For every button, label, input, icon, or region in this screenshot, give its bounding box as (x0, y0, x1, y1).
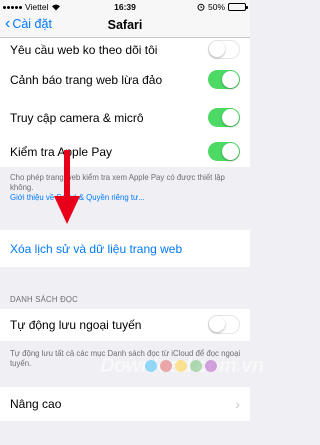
clear-history-button[interactable]: Xóa lịch sử và dữ liệu trang web (0, 230, 250, 267)
red-arrow-annotation (54, 150, 80, 224)
row-camera-mic: Truy cập camera & micrô (0, 99, 250, 137)
status-right: 50% (197, 2, 248, 12)
page-title: Safari (107, 18, 143, 32)
apple-pay-toggle[interactable] (208, 142, 240, 161)
row-label: Tự động lưu ngoại tuyến (10, 318, 142, 332)
row-fraud-warning: Cảnh báo trang web lừa đảo (0, 61, 250, 99)
advanced-row[interactable]: Nâng cao › (0, 387, 250, 421)
row-apple-pay: Kiểm tra Apple Pay (0, 137, 250, 167)
footnote-text: Cho phép trang web kiểm tra xem Apple Pa… (10, 173, 225, 192)
row-label: Truy cập camera & micrô (10, 111, 144, 125)
advanced-label: Nâng cao (10, 397, 62, 411)
camera-mic-toggle[interactable] (208, 108, 240, 127)
auto-save-offline-toggle[interactable] (208, 315, 240, 334)
clear-history-label: Xóa lịch sử và dữ liệu trang web (10, 241, 183, 256)
status-bar: Viettel 16:39 50% (0, 0, 250, 14)
fraud-warning-toggle[interactable] (208, 70, 240, 89)
row-label: Cảnh báo trang web lừa đảo (10, 73, 163, 87)
navigation-bar: ‹ Cài đặt Safari (0, 14, 250, 38)
row-label: Yêu cầu web ko theo dõi tôi (10, 42, 158, 57)
battery-percent: 50% (207, 2, 225, 12)
watermark-dots (145, 360, 217, 372)
chevron-right-icon: › (235, 396, 240, 412)
do-not-track-toggle[interactable] (208, 40, 240, 59)
battery-icon (228, 3, 248, 11)
reading-list-header: DANH SÁCH ĐỌC (10, 295, 79, 304)
row-auto-save-offline: Tự động lưu ngoại tuyến (0, 309, 250, 341)
apple-pay-footnote: Cho phép trang web kiểm tra xem Apple Pa… (10, 173, 242, 203)
row-do-not-track: Yêu cầu web ko theo dõi tôi (0, 38, 250, 61)
alarm-icon (197, 3, 205, 11)
